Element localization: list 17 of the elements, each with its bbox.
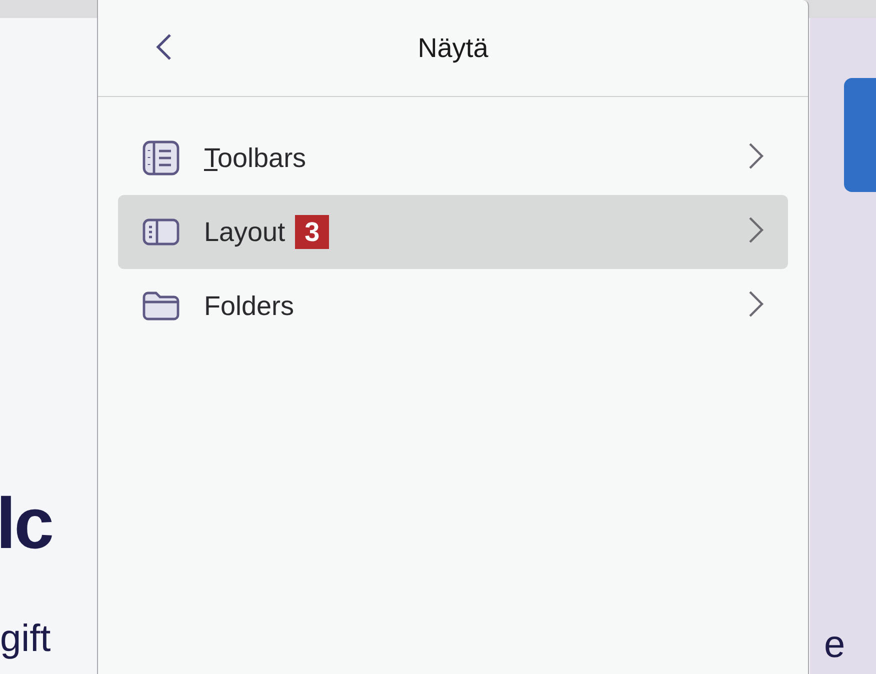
folder-icon — [142, 291, 180, 321]
chevron-right-icon — [748, 290, 764, 318]
chevron-right-icon — [748, 216, 764, 244]
item-label: Layout — [204, 216, 286, 248]
chevron-right-icon — [748, 142, 764, 170]
menu-item[interactable]: Toolbars — [118, 121, 788, 195]
layout-icon — [142, 218, 180, 246]
heading: lc — [0, 488, 54, 560]
body-text: e — [824, 626, 846, 664]
list-icon — [142, 140, 180, 176]
body-text: gift — [0, 620, 52, 658]
item-label: Toolbars — [204, 142, 306, 174]
menu-item[interactable]: Folders — [118, 269, 788, 343]
item-label: Folders — [204, 290, 294, 322]
menu-title: Näytä — [418, 32, 488, 64]
number-badge: 3 — [295, 215, 330, 249]
menu-item[interactable]: Layout 3 — [118, 195, 788, 269]
